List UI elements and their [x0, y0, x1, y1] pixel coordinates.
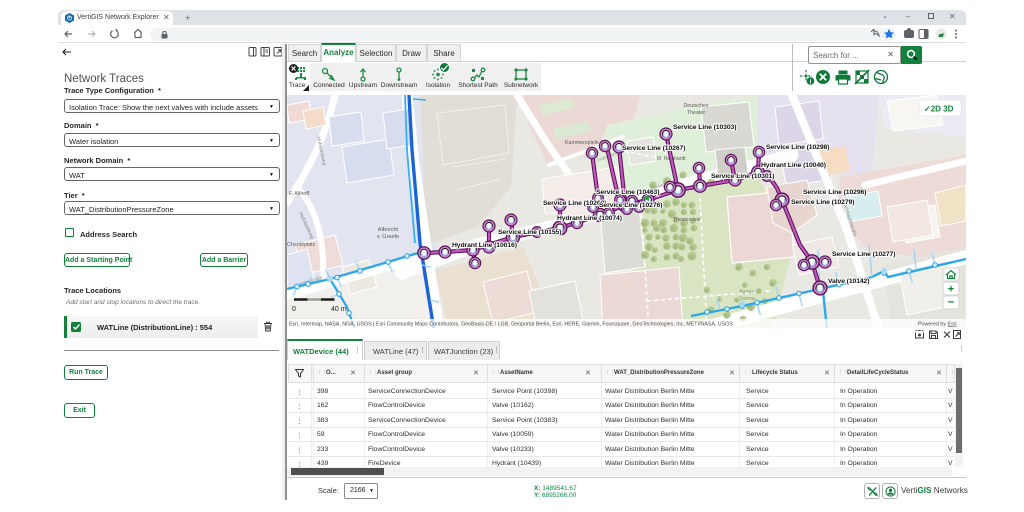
svg-text:F. Althoff: F. Althoff — [289, 191, 310, 197]
svg-text:Hydrant Line (10016): Hydrant Line (10016) — [452, 242, 517, 249]
svg-text:Charitéplatz: Charitéplatz — [287, 242, 316, 248]
svg-text:Valve (10142): Valve (10142) — [828, 278, 869, 285]
svg-text:Service Line (10267): Service Line (10267) — [622, 145, 685, 152]
svg-text:Service Line (10296): Service Line (10296) — [803, 189, 866, 196]
svg-text:Theatersleie: Theatersleie — [673, 217, 701, 223]
svg-text:Service Line (10277): Service Line (10277) — [832, 251, 895, 258]
svg-text:0: 0 — [292, 306, 296, 313]
svg-text:Service Line (10276): Service Line (10276) — [599, 202, 662, 209]
svg-text:Hydrant Line (10040): Hydrant Line (10040) — [761, 162, 826, 169]
svg-text:Service Line (10298): Service Line (10298) — [766, 144, 829, 151]
svg-text:Service Line (10303): Service Line (10303) — [673, 124, 736, 131]
svg-text:Service Line (10155): Service Line (10155) — [498, 229, 561, 236]
svg-text:−: − — [948, 297, 954, 309]
svg-text:40 m: 40 m — [331, 306, 347, 313]
svg-text:Kammerspiele: Kammerspiele — [565, 140, 599, 146]
svg-text:Powered by Esri: Powered by Esri — [918, 322, 957, 328]
svg-text:Service Line (10279): Service Line (10279) — [791, 199, 854, 206]
svg-text:Deutsches: Deutsches — [683, 103, 708, 109]
svg-text:Agnes-: Agnes- — [739, 289, 756, 295]
svg-text:v. Graefe: v. Graefe — [377, 234, 399, 240]
svg-text:Theater: Theater — [687, 110, 705, 116]
svg-text:Service Line (10301): Service Line (10301) — [711, 173, 774, 180]
svg-text:Service Line (10269): Service Line (10269) — [543, 200, 606, 207]
svg-text:Esri, Intermap, NASA, NGA, USG: Esri, Intermap, NASA, NGA, USGS | Esri C… — [289, 322, 733, 328]
svg-text:i: i — [810, 79, 812, 86]
svg-text:+: + — [948, 284, 954, 296]
svg-text:✓2D 3D: ✓2D 3D — [924, 105, 954, 114]
svg-text:Hydrant Line (10074): Hydrant Line (10074) — [557, 215, 622, 222]
svg-text:Service Line (10463): Service Line (10463) — [596, 189, 659, 196]
svg-text:Albrecht: Albrecht — [378, 227, 399, 233]
